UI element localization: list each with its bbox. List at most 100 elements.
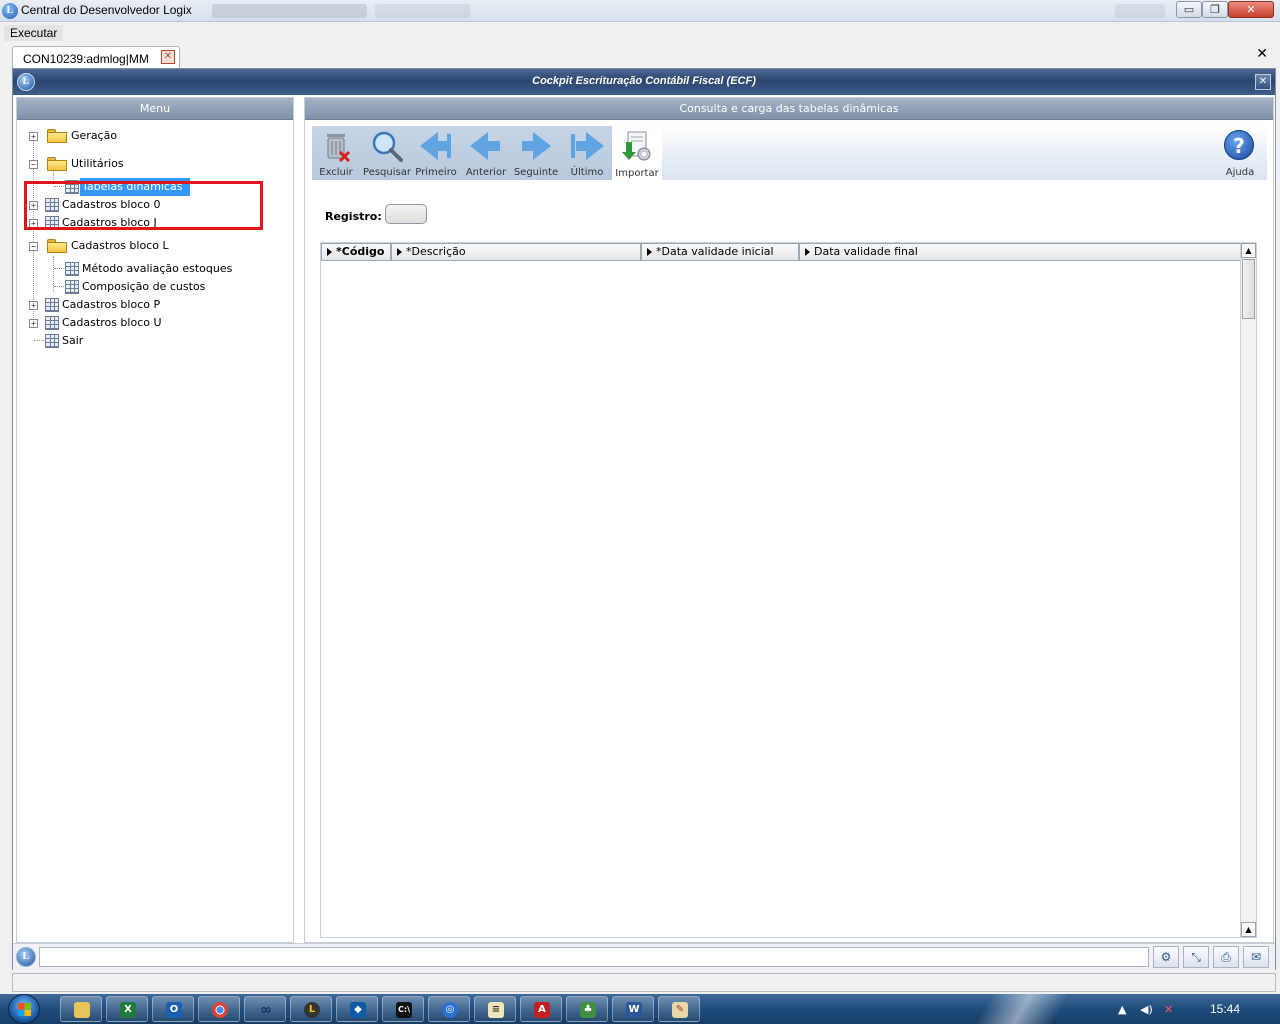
seguinte-button[interactable]: Seguinte bbox=[512, 130, 560, 180]
tree-item-sair[interactable]: Sair bbox=[17, 332, 257, 350]
taskbar-word[interactable]: W bbox=[612, 996, 654, 1022]
tree-item-cadastros-bloco-l[interactable]: − Cadastros bloco L bbox=[17, 237, 257, 255]
tree-item-composicao-de-custos[interactable]: Composição de custos bbox=[17, 278, 277, 296]
primeiro-label: Primeiro bbox=[415, 167, 457, 178]
scroll-up-icon[interactable]: ▲ bbox=[1241, 243, 1256, 258]
paint-icon: ✎ bbox=[672, 1002, 688, 1018]
content-panel: Consulta e carga das tabelas dinâmicas E… bbox=[304, 97, 1274, 943]
windows-taskbar: X O ∞ L ◆ C:\ ◎ ≡ A ♣ W ✎ ▲ ◀) ✕ 15:44 bbox=[0, 994, 1280, 1024]
taskbar-logix[interactable]: L bbox=[290, 996, 332, 1022]
primeiro-button[interactable]: Primeiro bbox=[412, 130, 460, 180]
taskbar-clock[interactable]: 15:44 bbox=[1210, 1002, 1240, 1016]
tree-item-label: Cadastros bloco L bbox=[71, 239, 169, 252]
document-tabstrip: CON10239:admlog|MM ✕ ✕ bbox=[0, 44, 1280, 68]
magnifier-icon bbox=[372, 131, 403, 162]
sort-arrow-icon bbox=[397, 248, 402, 256]
tree-item-label: Utilitários bbox=[71, 157, 124, 170]
sort-arrow-icon bbox=[327, 248, 332, 256]
close-all-tabs-icon[interactable]: ✕ bbox=[1256, 46, 1268, 62]
tree-item-geracao[interactable]: + Geração bbox=[17, 127, 287, 145]
menu-tree: + Geração − Utilitários Tabelas dinâmica… bbox=[17, 120, 293, 944]
chat-message-icon[interactable]: ✉ bbox=[1243, 946, 1269, 968]
ajuda-button[interactable]: ? Ajuda bbox=[1216, 130, 1264, 180]
cockpit-close-button[interactable]: ✕ bbox=[1255, 74, 1271, 90]
next-arrow-icon bbox=[520, 130, 552, 162]
background-tab-ghost bbox=[212, 4, 367, 18]
folder-open-icon bbox=[47, 239, 67, 253]
taskbar-globe[interactable]: ◎ bbox=[428, 996, 470, 1022]
pesquisar-button[interactable]: Pesquisar bbox=[363, 130, 411, 180]
column-header-data-validade-final[interactable]: Data validade final bbox=[799, 243, 1241, 261]
seguinte-label: Seguinte bbox=[513, 167, 559, 178]
network-error-icon[interactable]: ✕ bbox=[1164, 1003, 1173, 1016]
start-button[interactable] bbox=[8, 994, 40, 1024]
taskbar-chrome[interactable] bbox=[198, 996, 240, 1022]
last-arrow-icon bbox=[571, 130, 604, 162]
menu-executar[interactable]: Executar bbox=[4, 25, 64, 41]
minimize-button[interactable]: ▭ bbox=[1176, 1, 1202, 18]
taskbar-teamviewer[interactable]: ◆ bbox=[336, 996, 378, 1022]
cockpit-title: Cockpit Escrituração Contábil Fiscal (EC… bbox=[532, 75, 756, 87]
application-status-bar bbox=[12, 973, 1276, 992]
taskbar-outlook[interactable]: O bbox=[152, 996, 194, 1022]
taskbar-cmd[interactable]: C:\ bbox=[382, 996, 424, 1022]
collapse-icon[interactable]: − bbox=[29, 242, 38, 251]
taskbar-paint[interactable]: ✎ bbox=[658, 996, 700, 1022]
settings-gear-icon[interactable]: ⚙ bbox=[1153, 946, 1179, 968]
import-icon bbox=[622, 131, 651, 161]
tree-item-metodo-avaliacao-estoques[interactable]: Método avaliação estoques bbox=[17, 260, 277, 278]
collapse-icon[interactable]: − bbox=[29, 160, 38, 169]
taskbar-acrobat[interactable]: A bbox=[520, 996, 562, 1022]
tree-item-cadastros-bloco-p[interactable]: + Cadastros bloco P bbox=[17, 296, 257, 314]
tab-close-icon[interactable]: ✕ bbox=[161, 50, 175, 64]
outlook-icon: O bbox=[166, 1002, 182, 1018]
tree-guide-line bbox=[34, 340, 44, 341]
table-icon bbox=[45, 316, 59, 330]
scroll-thumb[interactable] bbox=[1242, 259, 1255, 319]
ultimo-button[interactable]: Último bbox=[563, 130, 611, 180]
volume-icon[interactable]: ◀) bbox=[1140, 1003, 1153, 1016]
taskbar-tree[interactable]: ♣ bbox=[566, 996, 608, 1022]
column-header-codigo[interactable]: *Código bbox=[321, 243, 391, 261]
tree-item-label: Sair bbox=[62, 334, 84, 347]
expand-icon[interactable]: + bbox=[29, 301, 38, 310]
table-icon bbox=[65, 280, 79, 294]
trash-icon bbox=[327, 134, 351, 162]
expand-icon[interactable]: + bbox=[29, 319, 38, 328]
pesquisar-label: Pesquisar bbox=[363, 167, 411, 178]
excluir-button[interactable]: Excluir bbox=[312, 130, 360, 180]
expand-icon[interactable]: + bbox=[29, 132, 38, 141]
tree-item-cadastros-bloco-u[interactable]: + Cadastros bloco U bbox=[17, 314, 257, 332]
previous-arrow-icon bbox=[470, 130, 502, 162]
taskbar-notepad[interactable]: ≡ bbox=[474, 996, 516, 1022]
anterior-button[interactable]: Anterior bbox=[462, 130, 510, 180]
grid-vertical-scrollbar[interactable]: ▲ ▲ bbox=[1240, 243, 1256, 937]
ajuda-label: Ajuda bbox=[1225, 167, 1255, 178]
restore-button[interactable]: ❐ bbox=[1202, 1, 1228, 18]
highlight-annotation-box bbox=[24, 181, 263, 230]
taskbar-infinity[interactable]: ∞ bbox=[244, 996, 286, 1022]
taskbar-excel[interactable]: X bbox=[106, 996, 148, 1022]
importar-label: Importar bbox=[615, 168, 659, 179]
toolbar: Excluir Pesquisar Primeiro Anterior Segu… bbox=[312, 126, 1267, 180]
chrome-icon bbox=[212, 1002, 228, 1018]
registro-field[interactable] bbox=[385, 204, 427, 224]
folder-open-icon bbox=[47, 157, 67, 171]
content-panel-header: Consulta e carga das tabelas dinâmicas bbox=[305, 98, 1273, 120]
printer-icon[interactable]: ⎙ bbox=[1213, 946, 1239, 968]
folder-icon bbox=[74, 1002, 90, 1018]
taskbar-explorer[interactable] bbox=[60, 996, 102, 1022]
close-window-button[interactable]: ✕ bbox=[1228, 1, 1274, 18]
column-header-descricao[interactable]: *Descrição bbox=[391, 243, 641, 261]
tree-item-utilitarios[interactable]: − Utilitários bbox=[17, 155, 257, 173]
tray-expand-icon[interactable]: ▲ bbox=[1118, 1003, 1126, 1016]
sort-arrow-icon bbox=[805, 248, 810, 256]
cockpit-status-bar: L ⚙ ⤡ ⎙ ✉ bbox=[13, 943, 1275, 970]
scroll-up-icon[interactable]: ▲ bbox=[1241, 922, 1256, 937]
menu-panel: Menu + Geração − Utilitários Tabelas din… bbox=[16, 97, 294, 943]
tab-con10239[interactable]: CON10239:admlog|MM ✕ bbox=[12, 46, 180, 68]
column-header-data-validade-inicial[interactable]: *Data validade inicial bbox=[641, 243, 799, 261]
resize-icon[interactable]: ⤡ bbox=[1183, 946, 1209, 968]
importar-button[interactable]: Importar bbox=[612, 130, 662, 180]
records-grid[interactable]: *Código *Descrição *Data validade inicia… bbox=[320, 242, 1257, 938]
